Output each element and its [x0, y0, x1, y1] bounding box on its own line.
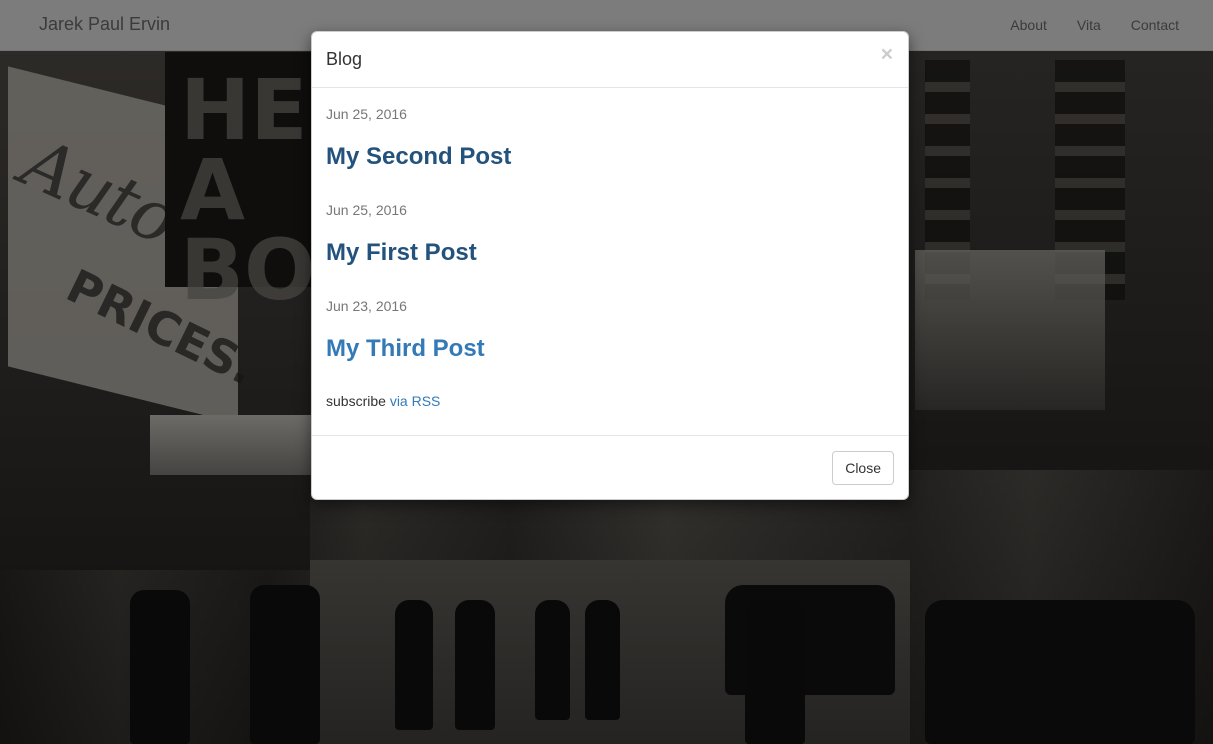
subscribe-text: subscribe	[326, 393, 386, 409]
close-icon[interactable]: ×	[881, 44, 893, 65]
post-title-link[interactable]: My Second Post	[326, 143, 511, 171]
blog-modal: Blog × Jun 25, 2016 My Second Post Jun 2…	[311, 31, 909, 500]
post-date: Jun 23, 2016	[326, 298, 407, 314]
subscribe-line: subscribe via RSS	[326, 393, 440, 409]
modal-footer: Close	[312, 435, 908, 500]
post-title-link[interactable]: My Third Post	[326, 335, 485, 363]
rss-link[interactable]: via RSS	[390, 393, 441, 409]
post-date: Jun 25, 2016	[326, 202, 407, 218]
modal-body: Jun 25, 2016 My Second Post Jun 25, 2016…	[312, 88, 908, 436]
post-title-link[interactable]: My First Post	[326, 239, 477, 267]
post-date: Jun 25, 2016	[326, 106, 407, 122]
modal-header: Blog ×	[312, 32, 908, 88]
close-button[interactable]: Close	[832, 451, 894, 485]
modal-title: Blog	[326, 49, 363, 69]
